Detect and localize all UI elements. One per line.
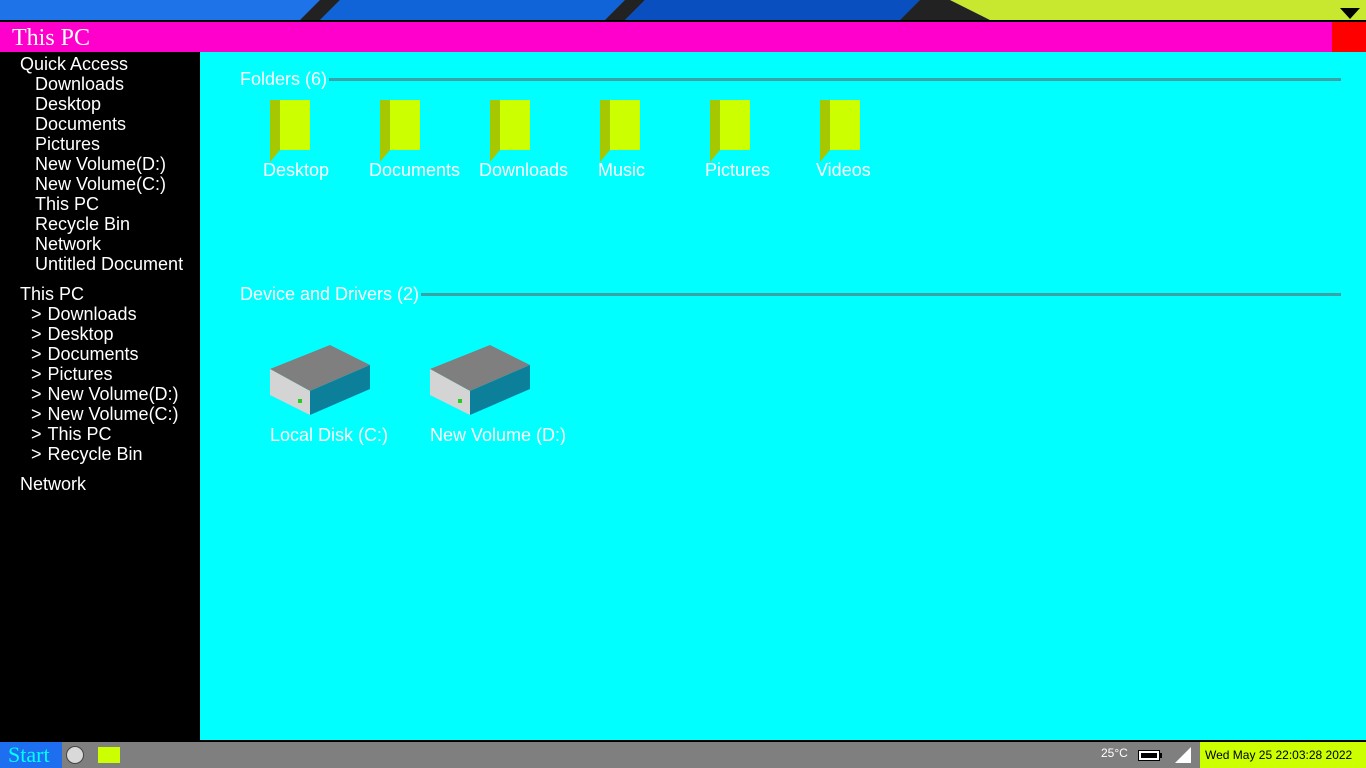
hard-drive-icon (430, 345, 530, 415)
folder-pictures[interactable]: Pictures (700, 100, 810, 190)
folder-icon (600, 100, 640, 162)
sidebar-network[interactable]: Network (20, 474, 86, 494)
sidebar-item-recycle-bin[interactable]: Recycle Bin (35, 214, 130, 234)
drive-local-disk-c[interactable]: Local Disk (C:) (270, 345, 420, 445)
tree-item-label: New Volume(D:) (47, 384, 179, 404)
title-bar[interactable]: This PC (0, 20, 1366, 52)
section-divider (240, 78, 1341, 81)
tree-item-desktop[interactable]: > Desktop (31, 324, 114, 344)
folder-icon (490, 100, 530, 162)
start-button[interactable]: Start (0, 742, 62, 768)
drives-header-label: Device and Drivers (2) (240, 283, 422, 305)
search-circle-icon[interactable] (66, 746, 84, 764)
tree-item-new-volume-d[interactable]: > New Volume(D:) (31, 384, 179, 404)
folder-label: Downloads (479, 160, 569, 180)
sidebar-quick-access[interactable]: Quick Access (20, 54, 128, 74)
tree-item-recycle-bin[interactable]: > Recycle Bin (31, 444, 143, 464)
sidebar-item-new-volume-d[interactable]: New Volume(D:) (35, 154, 166, 174)
sidebar-item-this-pc[interactable]: This PC (35, 194, 99, 214)
tree-expand-arrow[interactable]: > (31, 384, 42, 404)
folder-label: Pictures (705, 160, 771, 180)
tree-item-downloads[interactable]: > Downloads (31, 304, 137, 324)
tree-expand-arrow[interactable]: > (31, 404, 42, 424)
tree-expand-arrow[interactable]: > (31, 364, 42, 384)
navigation-sidebar: Quick Access Downloads Desktop Documents… (0, 52, 200, 742)
folder-documents[interactable]: Documents (369, 100, 480, 190)
folder-icon (710, 100, 750, 162)
tree-item-label: Documents (47, 344, 139, 364)
tree-item-label: This PC (47, 424, 112, 444)
folder-videos[interactable]: Videos (810, 100, 920, 190)
folder-label: Videos (816, 160, 871, 180)
sidebar-item-desktop[interactable]: Desktop (35, 94, 101, 114)
sidebar-item-pictures[interactable]: Pictures (35, 134, 100, 154)
sidebar-item-network[interactable]: Network (35, 234, 101, 254)
folder-label: Music (598, 160, 646, 180)
drive-label: Local Disk (C:) (270, 425, 389, 445)
folder-downloads[interactable]: Downloads (479, 100, 590, 190)
tree-item-label: New Volume(C:) (47, 404, 179, 424)
hard-drive-icon (270, 345, 370, 415)
folder-icon (380, 100, 420, 162)
folder-label: Desktop (263, 160, 330, 180)
tree-item-label: Downloads (47, 304, 137, 324)
sidebar-item-downloads[interactable]: Downloads (35, 74, 124, 94)
folder-desktop[interactable]: Desktop (260, 100, 370, 190)
wifi-signal-icon[interactable] (1175, 747, 1191, 763)
folders-header-label: Folders (6) (240, 68, 330, 90)
drives-group-header: Device and Drivers (2) (240, 283, 1341, 305)
taskbar: Start 25°C Wed May 25 22:03:28 2022 (0, 742, 1366, 768)
sidebar-item-documents[interactable]: Documents (35, 114, 126, 134)
folder-icon (270, 100, 310, 162)
main-content-pane: Folders (6) Desktop Documents Downloads (200, 52, 1366, 740)
tree-item-label: Recycle Bin (47, 444, 143, 464)
tree-item-this-pc[interactable]: > This PC (31, 424, 112, 444)
start-label: Start (8, 742, 50, 767)
clock-text: Wed May 25 22:03:28 2022 (1205, 748, 1353, 762)
chevron-down-icon[interactable] (1340, 6, 1360, 20)
tree-expand-arrow[interactable]: > (31, 324, 42, 344)
folders-group-header: Folders (6) (240, 68, 1341, 90)
tree-expand-arrow[interactable]: > (31, 344, 42, 364)
tree-item-documents[interactable]: > Documents (31, 344, 139, 364)
tree-expand-arrow[interactable]: > (31, 444, 42, 464)
file-explorer-icon[interactable] (98, 747, 120, 763)
tree-expand-arrow[interactable]: > (31, 424, 42, 444)
folder-label: Documents (369, 160, 461, 180)
sidebar-item-untitled-document[interactable]: Untitled Document (35, 254, 183, 274)
tree-item-label: Pictures (47, 364, 113, 384)
tree-item-new-volume-c[interactable]: > New Volume(C:) (31, 404, 179, 424)
temperature-readout: 25°C (1101, 746, 1128, 760)
drive-label: New Volume (D:) (430, 425, 567, 445)
close-button[interactable] (1332, 22, 1366, 52)
drive-new-volume-d[interactable]: New Volume (D:) (430, 345, 580, 445)
folder-music[interactable]: Music (590, 100, 700, 190)
system-clock[interactable]: Wed May 25 22:03:28 2022 (1200, 742, 1366, 768)
battery-icon[interactable] (1138, 750, 1162, 761)
file-explorer-window: This PC Quick Access Downloads Desktop D… (0, 20, 1366, 742)
tree-item-label: Desktop (47, 324, 114, 344)
desktop-wallpaper-strip (0, 0, 1366, 20)
tree-item-pictures[interactable]: > Pictures (31, 364, 113, 384)
folder-icon (820, 100, 860, 162)
tree-expand-arrow[interactable]: > (31, 304, 42, 324)
sidebar-this-pc[interactable]: This PC (20, 284, 84, 304)
window-title: This PC (12, 25, 91, 51)
sidebar-item-new-volume-c[interactable]: New Volume(C:) (35, 174, 166, 194)
